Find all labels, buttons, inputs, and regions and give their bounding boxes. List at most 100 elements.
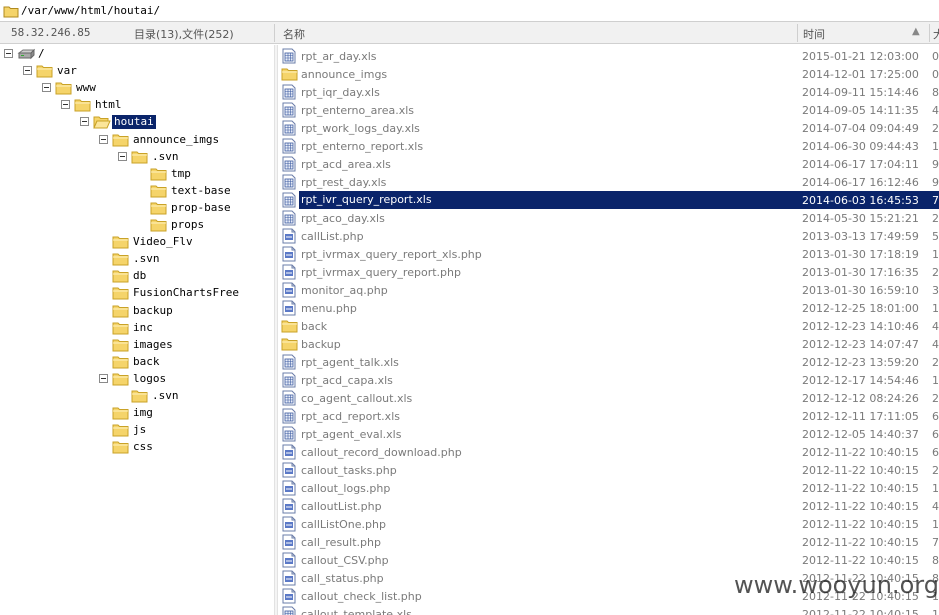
file-row[interactable]: rpt_enterno_area.xls 2014-09-05 14:11:35 4 [278,101,939,119]
file-row[interactable]: callout_CSV.php 2012-11-22 10:40:15 8 [278,551,939,569]
file-row[interactable]: rpt_acd_report.xls 2012-12-11 17:11:05 6 [278,407,939,425]
file-name[interactable]: menu.php [301,302,357,315]
collapse-toggle-icon[interactable] [42,83,51,93]
file-name[interactable]: calloutList.php [301,500,382,513]
file-row[interactable]: announce_imgs 2014-12-01 17:25:00 0 [278,65,939,83]
tree-node[interactable]: js [0,422,274,439]
tree-node[interactable]: www [0,80,274,97]
file-list[interactable]: rpt_ar_day.xls 2015-01-21 12:03:00 0 announ… [278,45,939,615]
tree-node[interactable]: var [0,63,274,80]
file-name[interactable]: rpt_ivrmax_query_report.php [301,266,461,279]
tree-node-label[interactable]: js [131,423,148,437]
tree-node-label[interactable]: logos [131,372,168,386]
file-name[interactable]: rpt_acd_capa.xls [301,374,393,387]
file-name[interactable]: co_agent_callout.xls [301,392,412,405]
file-name[interactable]: callList.php [301,230,364,243]
file-name[interactable]: rpt_ivr_query_report.xls [299,193,434,207]
collapse-toggle-icon[interactable] [80,117,89,127]
column-header-time[interactable]: 时间 [803,26,825,42]
tree-node[interactable]: props [0,217,274,234]
collapse-toggle-icon[interactable] [23,66,32,76]
file-name[interactable]: monitor_aq.php [301,284,388,297]
file-row[interactable]: rpt_work_logs_day.xls 2014-07-04 09:04:49… [278,119,939,137]
tree-node-label[interactable]: css [131,440,155,454]
tree-node-label[interactable]: back [131,355,162,369]
tree-node-label[interactable]: img [131,406,155,420]
tree-node[interactable]: html [0,97,274,114]
tree-node[interactable]: images [0,337,274,354]
file-row[interactable]: rpt_agent_talk.xls 2012-12-23 13:59:20 2 [278,353,939,371]
tree-node-label[interactable]: inc [131,321,155,335]
file-name[interactable]: call_status.php [301,572,384,585]
file-row[interactable]: callout_template.xls 2012-11-22 10:40:15 1 [278,605,939,615]
tree-node[interactable]: css [0,439,274,456]
collapse-toggle-icon[interactable] [61,100,70,110]
file-row[interactable]: rpt_acd_capa.xls 2012-12-17 14:54:46 1 [278,371,939,389]
directory-tree[interactable]: / var www html houtai announce_imgs .svn tmp tex… [0,45,274,615]
tree-node-label[interactable]: .svn [131,252,162,266]
file-row[interactable]: rpt_ivr_query_report.xls 2014-06-03 16:45… [278,191,939,209]
file-name[interactable]: callListOne.php [301,518,386,531]
tree-node[interactable]: .svn [0,251,274,268]
tree-node-label[interactable]: props [169,218,206,232]
tree-node-label[interactable]: db [131,269,148,283]
tree-node-label[interactable]: images [131,338,175,352]
tree-node[interactable]: .svn [0,388,274,405]
file-name[interactable]: announce_imgs [301,68,387,81]
file-row[interactable]: rpt_ivrmax_query_report_xls.php 2013-01-3… [278,245,939,263]
file-name[interactable]: rpt_iqr_day.xls [301,86,380,99]
column-divider[interactable] [929,24,930,42]
tree-node[interactable]: inc [0,320,274,337]
tree-node-label[interactable]: html [93,98,124,112]
tree-node[interactable]: back [0,354,274,371]
file-name[interactable]: backup [301,338,341,351]
tree-node-label[interactable]: prop-base [169,201,233,215]
tree-node[interactable]: Video_Flv [0,234,274,251]
file-row[interactable]: monitor_aq.php 2013-01-30 16:59:10 3 [278,281,939,299]
file-name[interactable]: callout_template.xls [301,608,412,615]
file-name[interactable]: rpt_acd_report.xls [301,410,400,423]
file-row[interactable]: menu.php 2012-12-25 18:01:00 1 [278,299,939,317]
file-row[interactable]: rpt_agent_eval.xls 2012-12-05 14:40:37 6 [278,425,939,443]
file-row[interactable]: rpt_enterno_report.xls 2014-06-30 09:44:4… [278,137,939,155]
tree-node-label[interactable]: var [55,64,79,78]
tree-node[interactable]: tmp [0,166,274,183]
tree-node[interactable]: .svn [0,149,274,166]
file-name[interactable]: rpt_rest_day.xls [301,176,386,189]
file-name[interactable]: call_result.php [301,536,381,549]
column-divider[interactable] [797,24,798,42]
file-row[interactable]: backup 2012-12-23 14:07:47 4 [278,335,939,353]
address-path[interactable]: /var/www/html/houtai/ [21,4,160,17]
file-name[interactable]: rpt_acd_area.xls [301,158,391,171]
file-name[interactable]: callout_check_list.php [301,590,422,603]
column-header-name[interactable]: 名称 [283,26,305,42]
file-row[interactable]: rpt_rest_day.xls 2014-06-17 16:12:46 9 [278,173,939,191]
tree-node[interactable]: text-base [0,183,274,200]
file-name[interactable]: rpt_agent_talk.xls [301,356,399,369]
file-name[interactable]: back [301,320,327,333]
file-name[interactable]: rpt_enterno_area.xls [301,104,414,117]
file-row[interactable]: rpt_ivrmax_query_report.php 2013-01-30 17… [278,263,939,281]
file-row[interactable]: call_result.php 2012-11-22 10:40:15 7 [278,533,939,551]
tree-node[interactable]: / [0,46,274,63]
file-row[interactable]: calloutList.php 2012-11-22 10:40:15 4 [278,497,939,515]
column-header-size[interactable]: 大 [933,26,939,42]
tree-node-label[interactable]: / [36,47,47,61]
file-name[interactable]: rpt_ar_day.xls [301,50,377,63]
collapse-toggle-icon[interactable] [118,151,127,161]
file-name[interactable]: callout_tasks.php [301,464,397,477]
file-row[interactable]: callListOne.php 2012-11-22 10:40:15 1 [278,515,939,533]
tree-node-label[interactable]: backup [131,304,175,318]
file-row[interactable]: back 2012-12-23 14:10:46 4 [278,317,939,335]
file-row[interactable]: co_agent_callout.xls 2012-12-12 08:24:26 2 [278,389,939,407]
collapse-toggle-icon[interactable] [99,134,108,144]
file-name[interactable]: callout_record_download.php [301,446,462,459]
tree-node-label[interactable]: houtai [112,115,156,130]
tree-node-label[interactable]: FusionChartsFree [131,286,241,300]
tree-node[interactable]: prop-base [0,200,274,217]
address-bar[interactable]: /var/www/html/houtai/ [0,0,939,22]
tree-node[interactable]: announce_imgs [0,132,274,149]
file-row[interactable]: rpt_aco_day.xls 2014-05-30 15:21:21 2 [278,209,939,227]
file-name[interactable]: callout_CSV.php [301,554,389,567]
collapse-toggle-icon[interactable] [99,373,108,383]
